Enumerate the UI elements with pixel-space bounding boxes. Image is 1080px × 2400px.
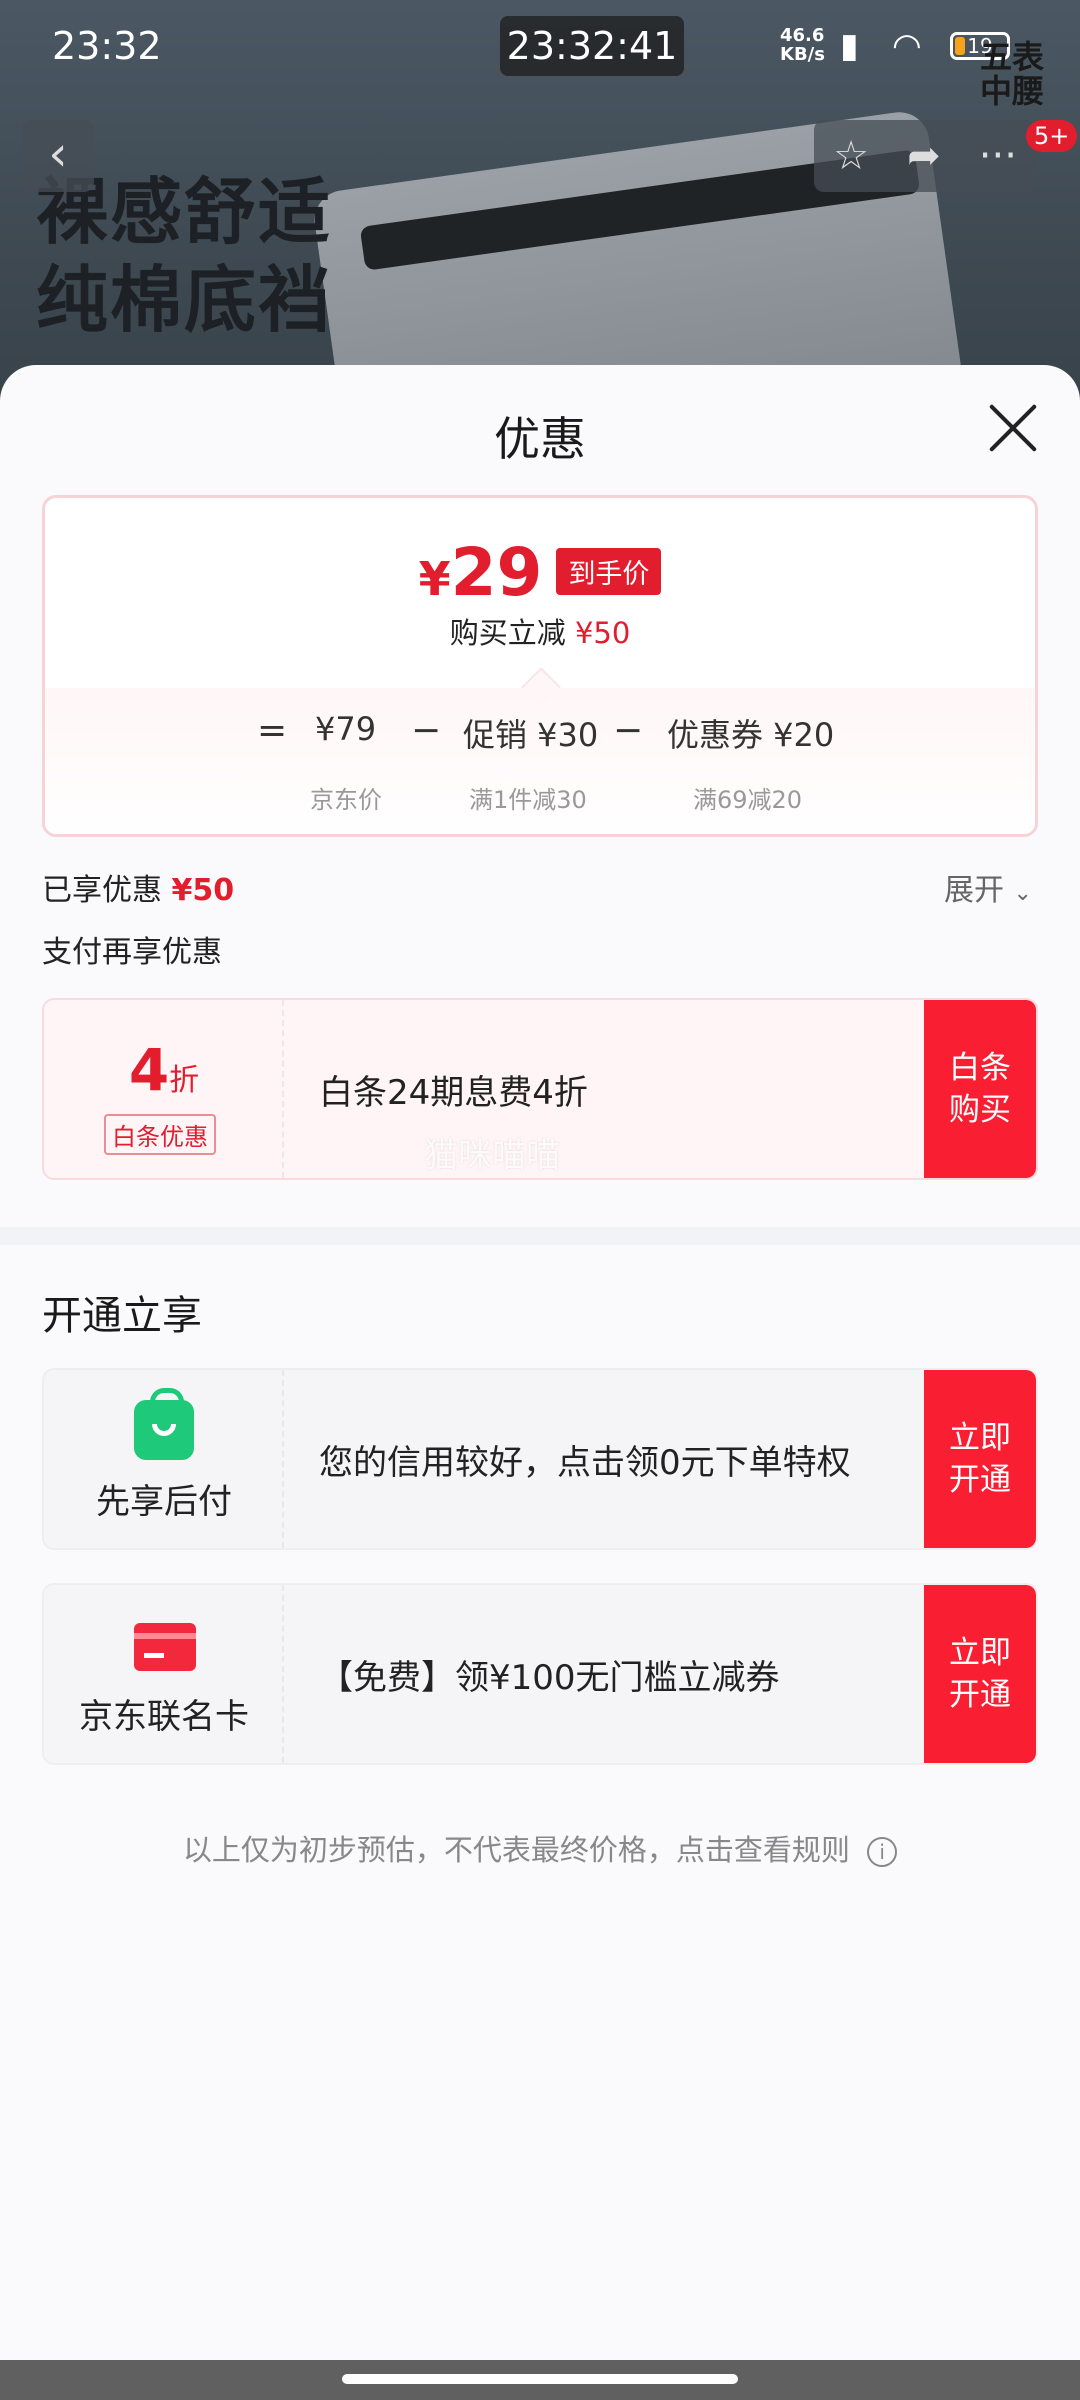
pay-later-panel: 先享后付: [44, 1370, 284, 1548]
status-bar: 23:32 23:32:41 46.6 KB/s ▮ ◠ 19 五表 中腰: [0, 0, 1080, 108]
user-watermark: 猫咪喵喵: [424, 1136, 560, 1176]
home-indicator[interactable]: [342, 2374, 738, 2384]
disclaimer-text: 以上仅为初步预估，不代表最终价格，点击查看规则: [182, 1833, 850, 1867]
baitiao-discount-unit: 折: [169, 1063, 200, 1098]
final-price-amount: 29: [450, 534, 543, 611]
baitiao-buy-button[interactable]: 白条 购买: [924, 1000, 1036, 1178]
network-speed: 46.6 KB/s: [780, 26, 825, 64]
save-label: 购买立减: [449, 616, 566, 650]
jd-price: ¥79: [315, 710, 377, 748]
final-price-tag: 到手价: [556, 548, 662, 595]
close-icon[interactable]: [985, 400, 1041, 456]
promo-label: 满1件减30: [469, 786, 587, 814]
system-nav-bar: [0, 2360, 1080, 2400]
favorite-star-icon[interactable]: ☆: [833, 133, 869, 179]
disclaimer[interactable]: 以上仅为初步预估，不代表最终价格，点击查看规则 i: [0, 1827, 1080, 1869]
discount-sheet: 优惠 ¥ 29 到手价 购买立减 ¥50 = ¥79 − 促销 ¥30 − 优惠…: [0, 365, 1080, 2360]
wifi-icon: ◠: [892, 26, 922, 66]
final-price: ¥ 29 到手价: [45, 534, 1035, 611]
brand-watermark: 五表 中腰: [980, 40, 1044, 108]
minus-sign: −: [613, 710, 644, 751]
cobrand-card-label: 京东联名卡: [79, 1697, 249, 1737]
cobrand-card-text: 【免费】领¥100无门槛立减券: [319, 1657, 780, 1698]
bank-card-icon: [134, 1623, 196, 1671]
save-amount: ¥50: [574, 616, 631, 650]
activate-pay-later-button[interactable]: 立即 开通: [924, 1370, 1036, 1548]
brand-line-1: 五表: [980, 38, 1045, 76]
pay-later-offer-card[interactable]: 先享后付 您的信用较好，点击领0元下单特权 立即 开通: [42, 1368, 1038, 1550]
pay-more-heading: 支付再享优惠: [42, 935, 222, 970]
section-divider: [0, 1227, 1080, 1245]
currency-symbol: ¥: [418, 552, 451, 606]
enjoyed-label: 已享优惠: [42, 873, 162, 908]
jd-price-label: 京东价: [310, 786, 382, 814]
open-section-title: 开通立享: [42, 1293, 202, 1339]
price-summary-card: ¥ 29 到手价 购买立减 ¥50 = ¥79 − 促销 ¥30 − 优惠券 ¥…: [42, 495, 1038, 837]
enjoyed-amount: ¥50: [171, 873, 235, 908]
share-icon[interactable]: ➦: [907, 133, 941, 179]
baitiao-offer-card[interactable]: 4折 白条优惠 白条24期息费4折 猫咪喵喵 白条 购买: [42, 998, 1038, 1180]
equals-sign: =: [257, 710, 288, 751]
baitiao-discount-number: 4: [128, 1036, 170, 1104]
more-icon[interactable]: ···: [979, 133, 1017, 179]
save-summary: 购买立减 ¥50: [45, 610, 1035, 652]
coupon-label: 满69减20: [693, 786, 803, 814]
expand-toggle[interactable]: 展开 ⌄: [944, 865, 1032, 909]
promo-amount: 促销 ¥30: [463, 716, 599, 754]
network-speed-unit: KB/s: [780, 44, 825, 65]
baitiao-tag: 白条优惠: [104, 1114, 216, 1155]
chevron-down-icon: ⌄: [1013, 881, 1032, 906]
baitiao-discount-panel: 4折 白条优惠: [44, 1000, 284, 1178]
brand-line-2: 中腰: [980, 72, 1045, 110]
pay-later-text: 您的信用较好，点击领0元下单特权: [319, 1442, 851, 1483]
info-icon[interactable]: i: [867, 1837, 898, 1867]
cobrand-card-offer-card[interactable]: 京东联名卡 【免费】领¥100无门槛立减券 立即 开通: [42, 1583, 1038, 1765]
chevron-left-icon: ‹: [48, 126, 68, 182]
price-equation: = ¥79 − 促销 ¥30 − 优惠券 ¥20: [45, 710, 1035, 760]
activate-cobrand-card-button[interactable]: 立即 开通: [924, 1585, 1036, 1763]
signal-icon: ▮: [840, 26, 859, 66]
top-action-group: ☆ ➦ ···: [814, 120, 1036, 192]
pay-later-label: 先享后付: [96, 1482, 232, 1522]
enjoyed-discount: 已享优惠 ¥50: [42, 865, 234, 909]
floating-clock: 23:32:41: [500, 16, 684, 76]
sheet-title: 优惠: [494, 412, 586, 466]
message-badge: 5+: [1026, 120, 1078, 152]
banner-slogan: 裸感舒适 纯棉底裆: [36, 168, 332, 344]
network-speed-value: 46.6: [780, 25, 825, 46]
slogan-line-2: 纯棉底裆: [36, 258, 333, 342]
baitiao-discount: 4折: [44, 1036, 284, 1104]
coupon-amount: 优惠券 ¥20: [667, 716, 835, 754]
cobrand-card-panel: 京东联名卡: [44, 1585, 284, 1763]
status-time: 23:32: [52, 24, 162, 68]
shopping-bag-icon: [134, 1388, 194, 1460]
expand-label: 展开: [944, 873, 1004, 908]
minus-sign: −: [411, 710, 442, 751]
back-button[interactable]: ‹: [22, 120, 94, 192]
